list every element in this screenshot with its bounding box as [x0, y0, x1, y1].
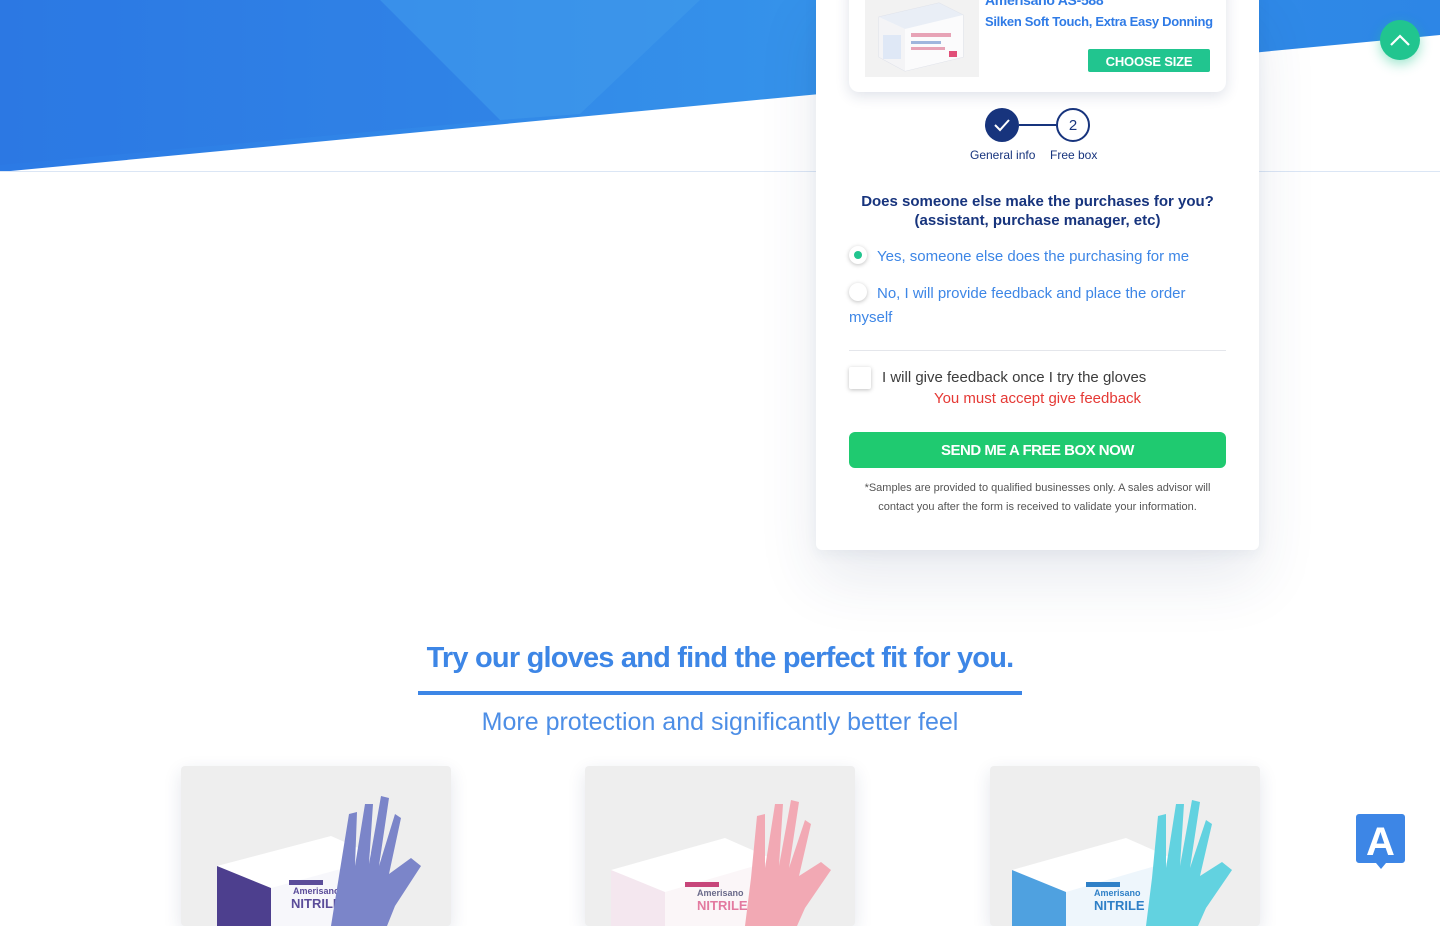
feedback-error-message: You must accept give feedback	[933, 390, 1142, 407]
glove-card-purple[interactable]: Amerisano NITRILE	[181, 766, 451, 926]
pink-glove-box-image: Amerisano NITRILE	[611, 800, 831, 926]
product-description: Silken Soft Touch, Extra Easy Donning	[985, 14, 1213, 29]
radio-button-selected[interactable]	[849, 246, 867, 264]
blue-glove-box-image: Amerisano NITRILE	[1012, 800, 1232, 926]
section-subtitle: More protection and significantly better…	[481, 708, 959, 736]
product-card: Amerisano AS-588 Silken Soft Touch, Extr…	[849, 0, 1226, 92]
choose-size-button[interactable]: CHOOSE SIZE	[1088, 49, 1210, 72]
purple-glove-box-image: Amerisano NITRILE	[217, 796, 421, 926]
form-divider	[849, 350, 1226, 351]
feedback-checkbox[interactable]	[849, 367, 871, 389]
step-1-completed	[985, 108, 1019, 142]
product-name: Amerisano AS-588	[985, 0, 1104, 8]
step-2-label: Free box	[1050, 148, 1098, 162]
svg-text:NITRILE: NITRILE	[1094, 898, 1145, 913]
glove-card-blue[interactable]: Amerisano NITRILE	[990, 766, 1260, 926]
svg-text:Amerisano: Amerisano	[1094, 888, 1141, 898]
svg-text:NITRILE: NITRILE	[697, 898, 748, 913]
step-2-current: 2	[1056, 108, 1090, 142]
step-1-label: General info	[970, 148, 1036, 162]
section-title: Try our gloves and find the perfect fit …	[426, 642, 1015, 674]
accessibility-widget-button[interactable]: A	[1356, 814, 1405, 869]
radio-yes-label: Yes, someone else does the purchasing fo…	[877, 248, 1190, 265]
send-free-box-button[interactable]: SEND ME A FREE BOX NOW	[849, 432, 1226, 468]
radio-button[interactable]	[849, 283, 867, 301]
radio-option-no[interactable]: No, I will provide feedback and place th…	[849, 282, 1226, 330]
purchase-question: Does someone else make the purchases for…	[861, 193, 1214, 229]
chevron-up-icon	[1390, 34, 1410, 46]
product-box-image	[865, 0, 979, 77]
stepper-connector	[1019, 124, 1056, 126]
radio-option-yes[interactable]: Yes, someone else does the purchasing fo…	[849, 245, 1226, 269]
svg-text:Amerisano: Amerisano	[293, 886, 340, 896]
checkmark-icon	[994, 119, 1010, 132]
feedback-checkbox-label[interactable]: I will give feedback once I try the glov…	[882, 369, 1146, 386]
svg-text:A: A	[1366, 820, 1395, 864]
samples-disclaimer: *Samples are provided to qualified busin…	[864, 482, 1211, 513]
scroll-to-top-button[interactable]	[1380, 20, 1420, 60]
letter-a-icon: A	[1356, 814, 1405, 869]
glove-card-pink[interactable]: Amerisano NITRILE	[585, 766, 855, 926]
title-underline	[418, 691, 1022, 695]
svg-text:Amerisano: Amerisano	[697, 888, 744, 898]
radio-no-label: No, I will provide feedback and place th…	[849, 285, 1186, 326]
